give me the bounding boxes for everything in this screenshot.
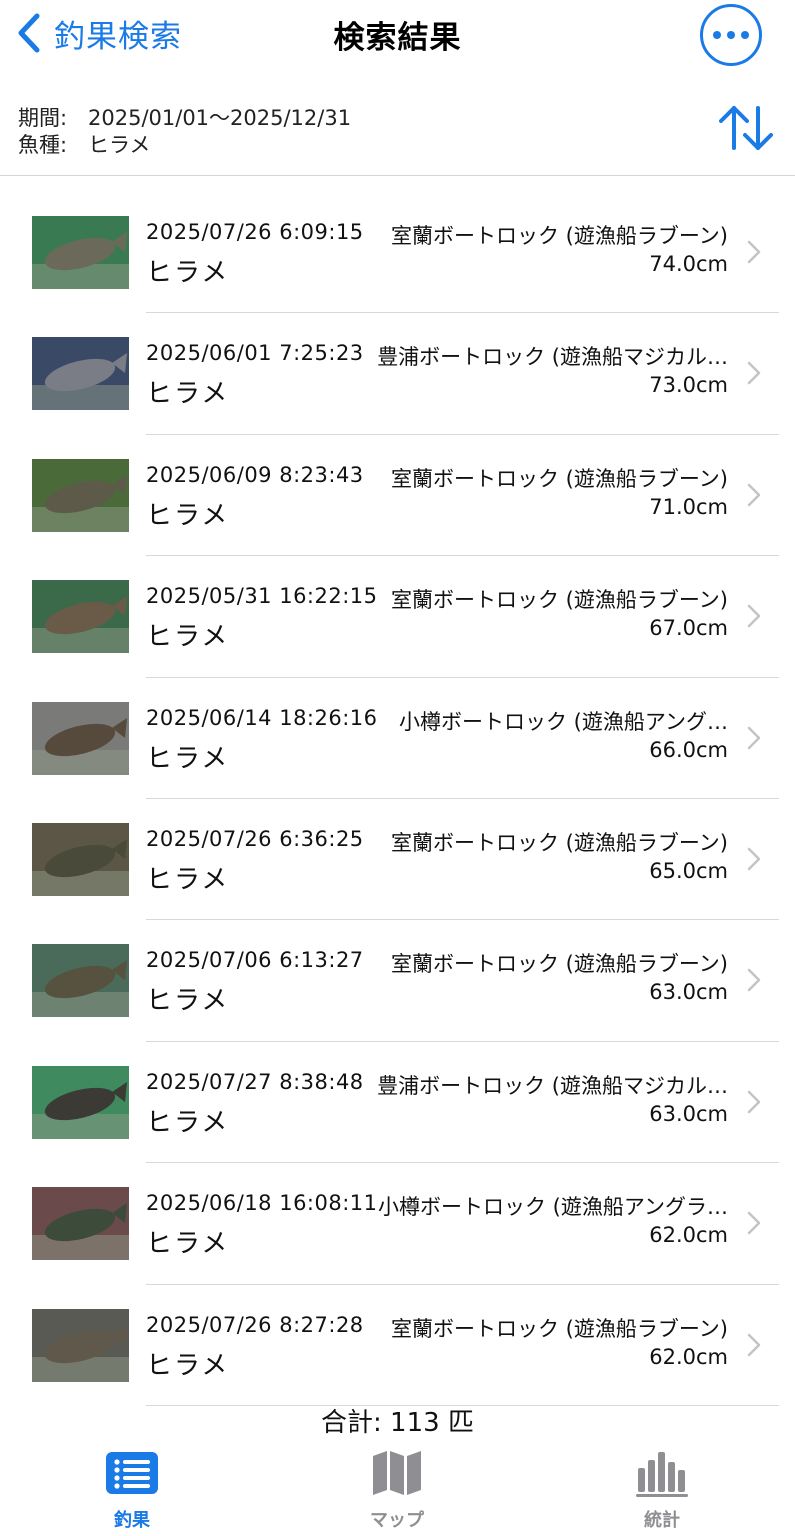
tab-stats-label: 統計 [644,1510,680,1531]
fish-species: ヒラメ [146,500,230,531]
chevron-right-icon [747,240,761,264]
chevron-right-icon [747,483,761,507]
result-row[interactable]: 2025/05/31 16:22:15 室蘭ボートロック (遊漁船ラブーン) ヒラメ… [0,556,795,678]
species-value: ヒラメ [88,133,151,157]
map-icon [373,1451,421,1495]
period-value: 2025/01/01～2025/12/31 [88,106,352,130]
total-count: 合計: 113 匹 [321,1408,474,1438]
catch-datetime: 2025/07/26 6:36:25 [146,826,364,851]
catch-photo [32,580,129,654]
catch-datetime: 2025/07/26 6:09:15 [146,220,364,244]
chevron-right-icon [747,726,761,749]
catch-datetime: 2025/06/09 8:23:43 [146,462,364,487]
page-title: 検索結果 [333,20,462,56]
fish-size: 62.0cm [649,1223,728,1248]
catch-photo [32,822,129,896]
fish-species: ヒラメ [146,743,230,774]
catch-photo [32,1187,129,1261]
catch-datetime: 2025/07/27 8:38:48 [146,1069,364,1094]
ellipsis-icon-dot [713,31,721,39]
species-label: 魚種: [18,133,68,157]
bar-chart-icon [636,1452,688,1497]
tab-map[interactable]: マップ [317,1440,477,1536]
catch-location: 室蘭ボートロック (遊漁船ラブーン) [390,830,728,855]
catch-location: 小樽ボートロック (遊漁船アング… [398,709,728,734]
result-row[interactable]: 2025/07/26 6:36:25 室蘭ボートロック (遊漁船ラブーン) ヒラメ 6… [0,799,795,921]
ellipsis-icon-dot [727,31,735,39]
catch-datetime: 2025/06/01 7:25:23 [146,341,364,366]
fish-species: ヒラメ [146,1350,230,1381]
result-row[interactable]: 2025/06/14 18:26:16 小樽ボートロック (遊漁船アング… ヒラメ 6… [0,678,795,799]
catch-location: 室蘭ボートロック (遊漁船ラブーン) [390,1316,728,1341]
result-row[interactable]: 2025/07/27 8:38:48 豊浦ボートロック (遊漁船マジカル… ヒラメ 6… [0,1042,795,1164]
result-row[interactable]: 2025/06/18 16:08:11 小樽ボートロック (遊漁船アングラ… ヒラメ… [0,1163,795,1285]
fish-species: ヒラメ [146,379,230,410]
catch-location: 室蘭ボートロック (遊漁船ラブーン) [390,466,728,491]
fish-size: 71.0cm [649,494,728,519]
fish-size: 62.0cm [649,1344,728,1369]
catch-photo [32,1065,129,1139]
catch-photo [32,944,129,1018]
fish-species: ヒラメ [146,1229,230,1260]
catch-location: 小樽ボートロック (遊漁船アングラ… [377,1195,728,1220]
chevron-right-icon [747,1333,761,1356]
fish-size: 65.0cm [649,858,728,883]
result-row[interactable]: 2025/07/06 6:13:27 室蘭ボートロック (遊漁船ラブーン) ヒラメ 6… [0,920,795,1042]
result-row[interactable]: 2025/06/01 7:25:23 豊浦ボートロック (遊漁船マジカル… ヒラメ 7… [0,313,795,435]
fish-species: ヒラメ [146,622,230,653]
catch-datetime: 2025/07/26 8:27:28 [146,1312,364,1337]
tab-stats[interactable]: 統計 [582,1440,742,1536]
ellipsis-icon-dot [741,31,749,39]
catch-photo [32,701,129,775]
catch-datetime: 2025/06/14 18:26:16 [146,705,378,730]
fish-species: ヒラメ [146,1107,230,1138]
catch-datetime: 2025/05/31 16:22:15 [146,584,378,609]
tab-map-label: マップ [370,1510,424,1531]
fish-size: 63.0cm [649,980,728,1005]
result-row[interactable]: 2025/06/09 8:23:43 室蘭ボートロック (遊漁船ラブーン) ヒラメ 7… [0,435,795,557]
catch-photo [32,458,129,532]
tab-catch-label: 釣果 [114,1510,150,1531]
catch-location: 豊浦ボートロック (遊漁船マジカル… [377,345,728,370]
fish-species: ヒラメ [146,258,230,288]
catch-photo [32,216,129,289]
list-icon [106,1452,158,1494]
chevron-right-icon [747,1090,761,1113]
tab-catch[interactable]: 釣果 [52,1440,212,1536]
catch-datetime: 2025/07/06 6:13:27 [146,948,364,973]
fish-size: 63.0cm [649,1101,728,1126]
catch-photo [32,1308,129,1382]
chevron-right-icon [747,362,761,385]
species-row: 魚種: ヒラメ [18,129,150,159]
period-row: 期間: 2025/01/01～2025/12/31 [18,102,351,132]
chevron-right-icon [747,604,761,628]
period-label: 期間: [18,106,68,130]
sort-icon[interactable] [716,102,776,154]
navigation-bar: 釣果検索 検索結果 [0,0,795,80]
results-list: 2025/07/26 6:09:15 室蘭ボートロック (遊漁船ラブーン) ヒラメ 7… [0,192,795,1406]
catch-photo [32,337,129,411]
catch-datetime: 2025/06/18 16:08:11 [146,1191,378,1216]
more-options-button[interactable] [700,4,762,66]
result-row[interactable]: 2025/07/26 8:27:28 室蘭ボートロック (遊漁船ラブーン) ヒラメ 6… [0,1285,795,1406]
catch-location: 室蘭ボートロック (遊漁船ラブーン) [390,952,728,977]
fish-size: 73.0cm [649,373,728,398]
fish-species: ヒラメ [146,864,230,895]
fish-size: 67.0cm [649,616,728,641]
result-row[interactable]: 2025/07/26 6:09:15 室蘭ボートロック (遊漁船ラブーン) ヒラメ 7… [0,192,795,314]
catch-location: 室蘭ボートロック (遊漁船ラブーン) [390,224,728,248]
fish-size: 66.0cm [649,737,728,762]
catch-location: 室蘭ボートロック (遊漁船ラブーン) [390,588,728,613]
chevron-right-icon [747,847,761,871]
fish-size: 74.0cm [649,252,728,276]
tab-bar: 釣果 マップ 統計 [0,1440,795,1536]
filter-summary: 期間: 2025/01/01～2025/12/31 魚種: ヒラメ [0,96,795,176]
fish-species: ヒラメ [146,986,230,1017]
chevron-right-icon [747,969,761,992]
chevron-right-icon [747,1211,761,1235]
catch-location: 豊浦ボートロック (遊漁船マジカル… [377,1073,728,1098]
